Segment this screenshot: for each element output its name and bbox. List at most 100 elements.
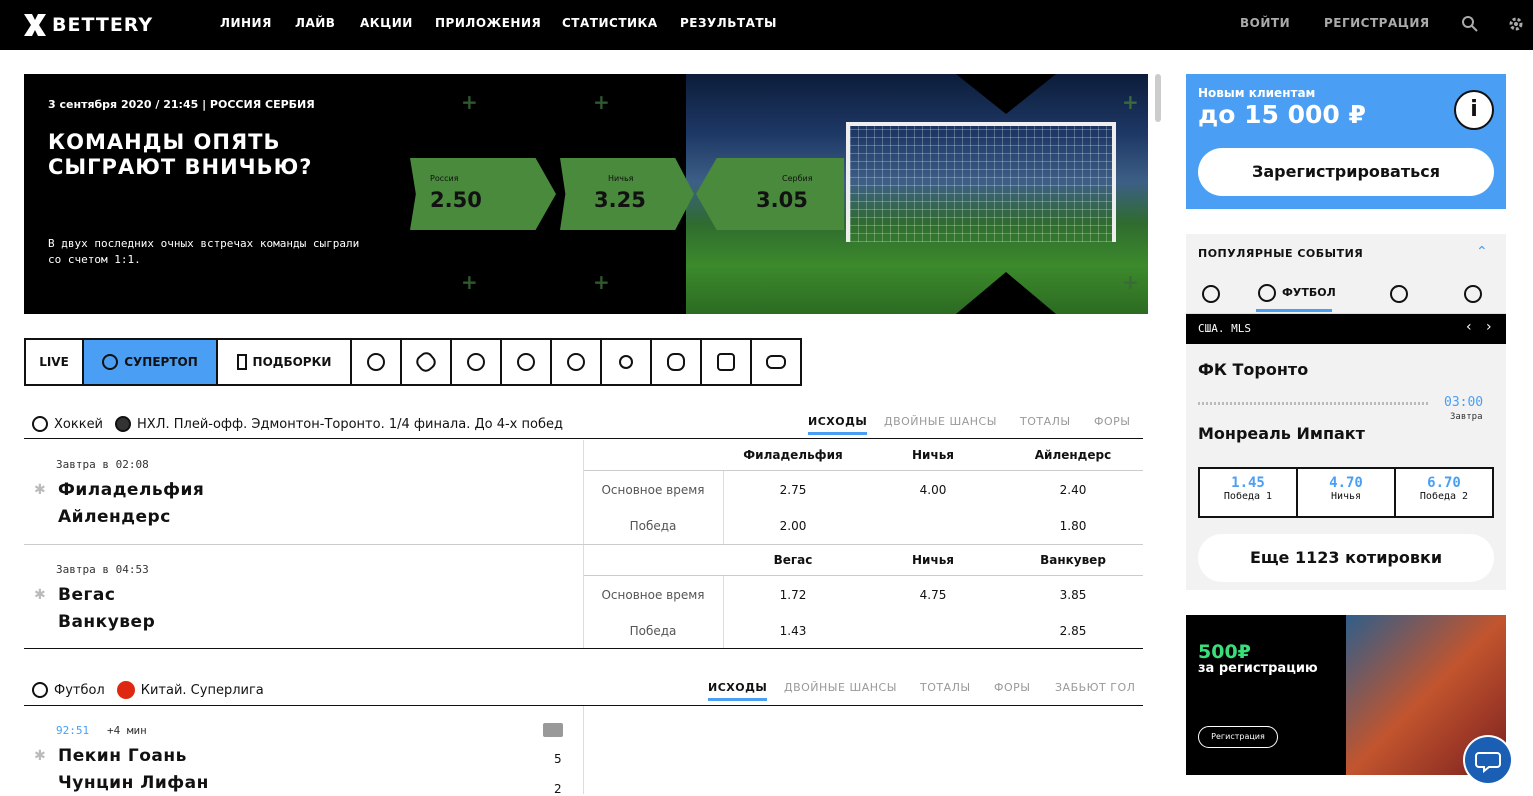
tab-double-chance[interactable]: ДВОЙНЫЕ ШАНСЫ — [784, 681, 897, 694]
tab-ufc[interactable] — [652, 340, 702, 384]
bookmark-icon — [236, 354, 247, 370]
odd-cell[interactable]: 2.40 — [1003, 483, 1143, 497]
promo-banner[interactable]: 3 сентября 2020 / 21:45 | РОССИЯ СЕРБИЯ … — [24, 74, 1148, 314]
decor-plus-icon: + — [1122, 90, 1139, 114]
football-icon — [32, 682, 48, 698]
odd-cell[interactable]: 2.75 — [723, 483, 863, 497]
tab-table-tennis[interactable] — [602, 340, 652, 384]
odd-cell[interactable]: 2.00 — [723, 519, 863, 533]
tab-outcomes[interactable]: ИСХОДЫ — [708, 681, 768, 701]
ad-register-button[interactable]: Регистрация — [1198, 726, 1278, 748]
row-label: Победа — [629, 624, 677, 638]
football-icon — [367, 353, 385, 371]
match-time: Завтра в 04:53 — [56, 563, 149, 576]
favorite-star-icon[interactable]: ✱ — [34, 748, 46, 764]
register-link[interactable]: РЕГИСТРАЦИЯ — [1324, 16, 1430, 30]
chevron-left-icon[interactable]: ‹ — [1466, 319, 1472, 335]
basketball-icon[interactable] — [1390, 285, 1409, 303]
favorite-star-icon[interactable]: ✱ — [34, 587, 46, 603]
odd-win2[interactable]: 6.70 Победа 2 — [1396, 469, 1492, 516]
nav-live[interactable]: ЛАЙВ — [295, 16, 335, 30]
promo-amount: до 15 000 ₽ — [1198, 100, 1366, 129]
odd-value: 4.70 — [1329, 475, 1363, 491]
stats-icon[interactable] — [543, 723, 563, 737]
live-minute: 92:51 — [56, 724, 90, 737]
sport-name[interactable]: Хоккей — [54, 417, 103, 432]
col-draw: Ничья — [912, 448, 954, 462]
tab-totals[interactable]: ТОТАЛЫ — [920, 681, 971, 694]
banner-odd-serbia[interactable]: Сербия 3.05 — [696, 158, 844, 230]
nav-line[interactable]: ЛИНИЯ — [220, 16, 272, 30]
tab-will-score[interactable]: ЗАБЬЮТ ГОЛ — [1055, 681, 1135, 694]
logo-text: BETTERY — [52, 14, 154, 36]
odd-draw[interactable]: 4.70 Ничья — [1298, 469, 1396, 516]
tab-totals[interactable]: ТОТАЛЫ — [1020, 415, 1071, 428]
chevron-right-icon[interactable]: › — [1486, 319, 1492, 335]
odd-win1[interactable]: 1.45 Победа 1 — [1200, 469, 1298, 516]
nav-statistics[interactable]: СТАТИСТИКА — [562, 16, 658, 30]
nav-promotions[interactable]: АКЦИИ — [360, 16, 413, 30]
tab-football[interactable] — [352, 340, 402, 384]
favorite-star-icon[interactable]: ✱ — [34, 482, 46, 498]
hockey-puck-icon[interactable] — [1202, 285, 1220, 303]
odd-name: Ничья — [608, 174, 634, 183]
tab-supertop[interactable]: СУПЕРТОП — [84, 340, 218, 384]
team-away: Чунцин Лифан — [58, 773, 209, 793]
odd-name: Сербия — [782, 174, 813, 183]
decor-plus-icon: + — [593, 270, 610, 294]
odd-cell[interactable]: 3.85 — [1003, 588, 1143, 602]
banner-odd-draw[interactable]: Ничья 3.25 — [560, 158, 694, 230]
nav-results[interactable]: РЕЗУЛЬТАТЫ — [680, 16, 777, 30]
login-button[interactable]: ВОЙТИ — [1240, 16, 1290, 30]
tab-esports[interactable] — [752, 340, 800, 384]
decor-plus-icon: + — [593, 90, 610, 114]
bettery-logo[interactable]: BETTERY — [22, 10, 153, 40]
tab-outcomes[interactable]: ИСХОДЫ — [808, 415, 868, 435]
odd-cell[interactable]: 1.43 — [723, 624, 863, 638]
promo-line1: Новым клиентам — [1198, 86, 1316, 100]
odd-label: Победа 2 — [1419, 491, 1469, 502]
league-name[interactable]: Китай. Суперлига — [141, 683, 264, 698]
chat-icon[interactable] — [1465, 737, 1511, 783]
tab-basketball[interactable] — [452, 340, 502, 384]
tab-volleyball[interactable] — [502, 340, 552, 384]
search-icon[interactable] — [1461, 15, 1479, 33]
league-name: США. MLS — [1198, 322, 1251, 335]
tab-double-chance[interactable]: ДВОЙНЫЕ ШАНСЫ — [884, 415, 997, 428]
tab-boxing[interactable] — [702, 340, 752, 384]
sport-name[interactable]: Футбол — [54, 683, 105, 698]
nav-apps[interactable]: ПРИЛОЖЕНИЯ — [435, 16, 541, 30]
tab-handicaps[interactable]: ФОРЫ — [994, 681, 1030, 694]
supertop-icon — [102, 354, 119, 370]
banner-odd-russia[interactable]: Россия 2.50 — [410, 158, 556, 230]
row-label: Победа — [629, 519, 677, 533]
gear-icon[interactable] — [1507, 15, 1525, 33]
odd-value: 2.50 — [430, 188, 482, 212]
tab-tennis[interactable] — [552, 340, 602, 384]
scrollbar-thumb[interactable] — [1155, 74, 1161, 122]
odd-cell[interactable]: 2.85 — [1003, 624, 1143, 638]
odd-name: Россия — [430, 174, 459, 183]
decor-plus-icon: + — [461, 90, 478, 114]
tab-collections[interactable]: ПОДБОРКИ — [218, 340, 352, 384]
odd-cell[interactable]: 4.00 — [863, 483, 1003, 497]
register-button[interactable]: Зарегистрироваться — [1198, 148, 1494, 196]
divider — [584, 575, 1143, 576]
team-away: Ванкувер — [58, 612, 156, 632]
odd-cell[interactable]: 1.80 — [1003, 519, 1143, 533]
more-odds-button[interactable]: Еще 1123 котировки — [1198, 534, 1494, 582]
registration-ad[interactable]: 500₽ за регистрацию Регистрация — [1186, 615, 1506, 775]
chevron-up-icon[interactable]: ⌃ — [1476, 244, 1488, 260]
banner-date: 3 сентября 2020 / 21:45 | РОССИЯ СЕРБИЯ — [48, 98, 315, 111]
registration-promo: Новым клиентам до 15 000 ₽ i Зарегистрир… — [1186, 74, 1506, 209]
info-icon[interactable]: i — [1454, 90, 1494, 130]
odd-cell[interactable]: 1.72 — [723, 588, 863, 602]
odd-cell[interactable]: 4.75 — [863, 588, 1003, 602]
tab-handicaps[interactable]: ФОРЫ — [1094, 415, 1130, 428]
volleyball-icon[interactable] — [1464, 285, 1483, 303]
hockey-icon — [32, 416, 48, 432]
tab-popular-football[interactable]: ФУТБОЛ — [1256, 274, 1336, 312]
tab-live[interactable]: LIVE — [26, 340, 84, 384]
league-name[interactable]: НХЛ. Плей-офф. Эдмонтон-Торонто. 1/4 фин… — [137, 417, 563, 432]
tab-hockey[interactable] — [402, 340, 452, 384]
